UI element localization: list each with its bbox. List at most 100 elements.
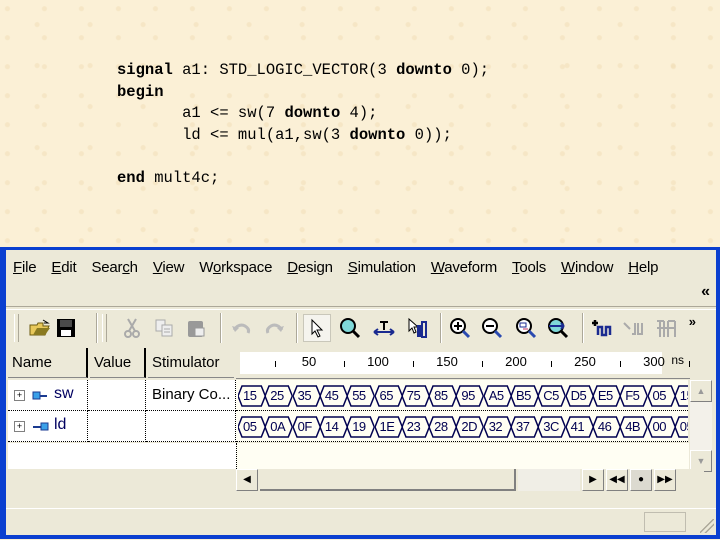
cut-icon[interactable] [120, 316, 144, 340]
bus-value-label: E5 [597, 388, 613, 403]
select-pointer-icon[interactable] [303, 314, 331, 342]
menu-design[interactable]: Design [282, 259, 338, 276]
bus-value-segment: 23 [401, 416, 430, 438]
add-signal-icon[interactable] [590, 316, 614, 340]
bus-value-label: 65 [379, 388, 394, 403]
bus-value-label: 28 [434, 419, 448, 434]
expand-icon[interactable]: + [14, 390, 25, 401]
bus-value-label: 55 [352, 388, 366, 403]
ruler-tick-label: 300 [643, 354, 665, 369]
bus-value-label: 45 [324, 388, 339, 403]
toolbar: » [6, 310, 716, 346]
bus-value-label: 32 [488, 419, 503, 434]
horizontal-scroll-track[interactable] [518, 469, 580, 491]
menu-edit[interactable]: Edit [46, 259, 81, 276]
zoom-in-icon[interactable] [448, 316, 472, 340]
next-event-button[interactable]: ▶▶ [654, 469, 676, 491]
bus-value-segment: 75 [401, 385, 430, 407]
paste-icon[interactable] [184, 316, 208, 340]
bus-value-segment: A5 [483, 385, 512, 407]
bus-value-segment: 45 [319, 385, 348, 407]
signal-name-cell[interactable]: + sw [8, 380, 88, 411]
column-header-name[interactable]: Name [8, 348, 88, 378]
menu-workspace[interactable]: Workspace [194, 259, 277, 276]
toolbar-grip[interactable] [14, 314, 19, 342]
menu-window[interactable]: Window [556, 259, 618, 276]
bus-value-label: 25 [270, 388, 284, 403]
signal-name-cell[interactable]: + ld [8, 411, 88, 442]
toolbar-grip[interactable] [102, 314, 107, 342]
menubar: File Edit Search View Workspace Design Simulat… [6, 254, 716, 280]
edit-signal-icon[interactable] [622, 316, 646, 340]
code-text: mult4c; [144, 168, 220, 187]
code-text: 0); [451, 61, 490, 79]
time-ruler[interactable]: 50 100 150 200 250 300 ns [236, 348, 690, 379]
signal-waveform[interactable]: 05 0A 0F 14 19 1E 23 28 2D 32 37 3C 41 46 4B 00 05 [236, 411, 688, 442]
horizontal-scroll-thumb[interactable] [260, 469, 516, 491]
column-header-stimulator[interactable]: Stimulator [148, 348, 234, 378]
menu-tools[interactable]: Tools [507, 259, 551, 276]
menu-view[interactable]: View [148, 259, 189, 276]
redo-icon[interactable] [262, 316, 286, 340]
save-icon[interactable] [54, 316, 78, 340]
menu-simulation[interactable]: Simulation [343, 259, 421, 276]
bus-value-label: 75 [406, 388, 421, 403]
bus-value-label: 37 [516, 419, 530, 434]
resize-grip[interactable] [700, 519, 714, 533]
bus-value-label: 05 [679, 419, 688, 434]
code-text: 4); [340, 104, 378, 122]
bus-icon[interactable] [654, 316, 678, 340]
menu-help[interactable]: Help [623, 259, 663, 276]
copy-icon[interactable] [152, 316, 176, 340]
center-cursor-button[interactable]: ● [630, 469, 652, 491]
bus-value-segment: 32 [483, 416, 512, 438]
signal-row-sw[interactable]: + sw Binary Co... 15 25 35 45 55 65 75 85 95 A5 B5 C5 D… [8, 380, 688, 412]
vhdl-code-block: signal a1: STD_LOGIC_VECTOR(3 downto 0);… [117, 60, 489, 189]
menu-waveform[interactable]: Waveform [426, 259, 502, 276]
code-keyword: end [117, 168, 145, 187]
empty-signal-area [8, 443, 236, 469]
menu-file[interactable]: File [8, 259, 41, 276]
select-signal-icon[interactable] [406, 316, 430, 340]
signal-stimulator-cell[interactable] [146, 411, 236, 442]
signal-name: ld [54, 416, 67, 433]
bus-value-label: 15 [243, 388, 257, 403]
bus-value-label: A5 [488, 388, 504, 403]
code-keyword: downto [284, 104, 341, 122]
bus-value-segment: 19 [347, 416, 376, 438]
signal-waveform[interactable]: 15 25 35 45 55 65 75 85 95 A5 B5 C5 D5 E5 F5 05 15 [236, 380, 688, 411]
toolbar-separator [296, 313, 298, 343]
zoom-tool-icon[interactable] [338, 316, 362, 340]
bus-value-label: 4B [625, 419, 641, 434]
bus-value-label: C5 [543, 388, 559, 403]
bus-value-segment: 41 [565, 416, 594, 438]
toolbar-separator [582, 313, 584, 343]
collapse-menubar-button[interactable]: « [701, 283, 710, 301]
zoom-area-icon[interactable] [514, 316, 538, 340]
bus-value-segment: E5 [592, 385, 621, 407]
waveform-viewer: Name Value Stimulator 50 100 150 200 250 300 … [8, 348, 712, 493]
zoom-out-icon[interactable] [480, 316, 504, 340]
scroll-left-button[interactable]: ◀ [236, 469, 258, 491]
toolbar-more-button[interactable]: » [689, 314, 696, 329]
bus-value-label: 2D [461, 419, 478, 434]
expand-icon[interactable]: + [14, 421, 25, 432]
open-folder-icon[interactable] [28, 316, 52, 340]
bus-value-segment: 28 [429, 416, 458, 438]
signal-stimulator-cell[interactable]: Binary Co... [146, 380, 236, 411]
bus-value-label: 00 [652, 419, 667, 434]
vertical-scrollbar[interactable]: ▲ ▼ [690, 380, 712, 472]
code-text: a1 <= sw(7 [117, 104, 285, 122]
signal-name: sw [54, 385, 74, 402]
previous-event-button[interactable]: ◀◀ [606, 469, 628, 491]
undo-icon[interactable] [230, 316, 254, 340]
signal-row-ld[interactable]: + ld 05 0A 0F 14 19 1E 23 28 2D 32 37 3C 41 46 4B 00 05 [8, 411, 688, 443]
scroll-right-button[interactable]: ▶ [582, 469, 604, 491]
bus-value-label: 35 [297, 388, 312, 403]
column-header-value[interactable]: Value [90, 348, 146, 378]
measure-icon[interactable] [372, 316, 396, 340]
scroll-up-button[interactable]: ▲ [690, 380, 712, 402]
zoom-fit-icon[interactable] [546, 316, 570, 340]
menu-search[interactable]: Search [86, 259, 142, 276]
